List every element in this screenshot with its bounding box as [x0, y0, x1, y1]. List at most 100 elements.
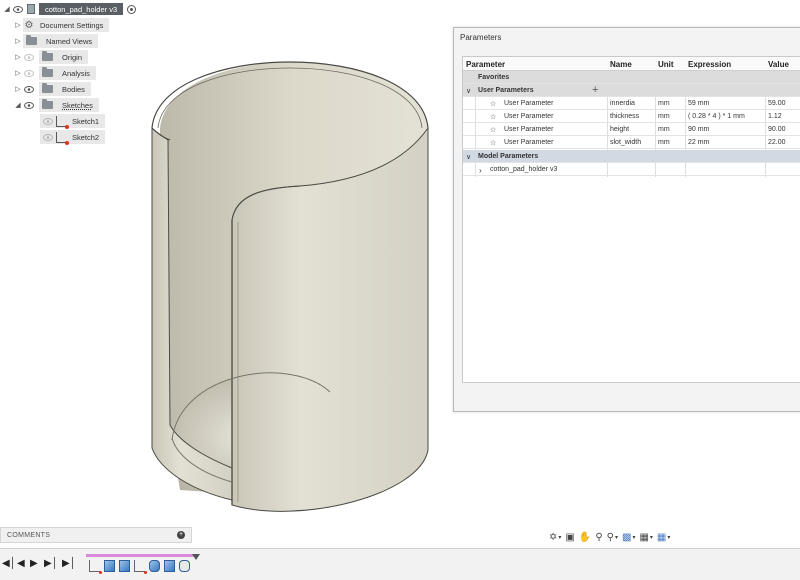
- go-to-end-icon[interactable]: ▶│: [62, 558, 76, 569]
- browser-item-analysis[interactable]: ▷ Analysis: [13, 66, 96, 80]
- browser-item-sketch2[interactable]: Sketch2: [40, 130, 106, 145]
- dialog-title: Parameters: [460, 33, 502, 42]
- expand-triangle-icon[interactable]: ▷: [13, 66, 23, 80]
- fit-zoom-icon[interactable]: ⚲ ▾: [606, 532, 619, 543]
- param-name[interactable]: slot_width: [610, 139, 641, 146]
- param-value: 59.00: [768, 100, 786, 107]
- param-unit: mm: [658, 113, 670, 120]
- column-header-value[interactable]: Value: [768, 60, 789, 69]
- param-name[interactable]: innerdia: [610, 100, 635, 107]
- browser-item-label: Document Settings: [40, 20, 104, 30]
- browser-item-bodies[interactable]: ▷ Bodies: [13, 82, 91, 96]
- param-expression[interactable]: ( 0.28 * 4 ) * 1 mm: [688, 113, 745, 120]
- param-unit: mm: [658, 100, 670, 107]
- collapse-triangle-icon[interactable]: ◢: [13, 98, 23, 112]
- timeline-feature-icon[interactable]: [119, 560, 130, 572]
- param-value: 22.00: [768, 139, 786, 146]
- look-at-icon[interactable]: ▣: [564, 532, 575, 543]
- browser-item-label: Sketches: [62, 100, 93, 110]
- param-unit: mm: [658, 139, 670, 146]
- collapse-chevron-icon[interactable]: ∨: [466, 153, 471, 161]
- favorites-label: Favorites: [478, 74, 510, 81]
- viewports-icon[interactable]: ▦ ▾: [656, 532, 671, 543]
- timeline-fillet-icon[interactable]: [149, 560, 160, 572]
- param-name[interactable]: thickness: [610, 113, 639, 120]
- param-expression[interactable]: 59 mm: [688, 100, 709, 107]
- eye-icon[interactable]: [23, 85, 35, 93]
- param-expression[interactable]: 90 mm: [688, 126, 709, 133]
- browser-item-named-views[interactable]: ▷ Named Views: [13, 34, 99, 48]
- timeline-feature-icon[interactable]: [164, 560, 175, 572]
- eye-icon[interactable]: [12, 5, 24, 13]
- expand-triangle-icon[interactable]: ▷: [13, 34, 23, 48]
- favorite-star-icon[interactable]: ☆: [490, 113, 496, 121]
- table-row[interactable]: › cotton_pad_holder v3: [463, 163, 800, 176]
- pan-hand-icon[interactable]: ✋: [578, 532, 592, 543]
- favorite-star-icon[interactable]: ☆: [490, 100, 496, 108]
- table-row[interactable]: ☆ User Parameter innerdia mm 59 mm 59.00: [463, 97, 800, 110]
- step-back-icon[interactable]: ◀: [17, 558, 25, 569]
- model-parameters-group-row[interactable]: ∨ Model Parameters: [463, 150, 800, 163]
- eye-icon[interactable]: [23, 101, 35, 109]
- activate-radio-icon[interactable]: [127, 4, 137, 14]
- zoom-icon[interactable]: ⚲: [594, 532, 603, 543]
- sketch-icon: [56, 131, 69, 145]
- folder-icon: [42, 99, 53, 109]
- favorites-row[interactable]: Favorites: [463, 71, 800, 84]
- param-expression[interactable]: 22 mm: [688, 139, 709, 146]
- table-row[interactable]: ☆ User Parameter thickness mm ( 0.28 * 4…: [463, 110, 800, 123]
- browser-item-document-settings[interactable]: ▷ ⚙ Document Settings: [13, 18, 110, 32]
- eye-hidden-icon[interactable]: [23, 53, 35, 61]
- eye-hidden-icon[interactable]: [23, 69, 35, 77]
- timeline-strip[interactable]: [86, 554, 200, 576]
- model-component-name: cotton_pad_holder v3: [490, 166, 558, 173]
- column-header-unit[interactable]: Unit: [658, 60, 674, 69]
- timeline-range: [86, 554, 194, 557]
- user-parameters-group-row[interactable]: ∨ User Parameters +: [463, 84, 800, 97]
- browser-root-label[interactable]: cotton_pad_holder v3: [39, 3, 124, 15]
- go-to-start-icon[interactable]: ◀│: [2, 558, 16, 569]
- timeline-sketch-icon[interactable]: [134, 560, 147, 574]
- browser-item-sketches[interactable]: ◢ Sketches: [13, 98, 99, 112]
- timeline-sketch-icon[interactable]: [89, 560, 102, 574]
- param-name[interactable]: height: [610, 126, 629, 133]
- expand-chevron-icon[interactable]: ›: [479, 166, 482, 175]
- column-header-name[interactable]: Name: [610, 60, 632, 69]
- param-value: 90.00: [768, 126, 786, 133]
- add-comment-icon[interactable]: +: [177, 531, 185, 539]
- step-forward-icon[interactable]: ▶│: [44, 558, 58, 569]
- sketch-label: Sketch2: [72, 132, 100, 142]
- folder-icon: [26, 35, 37, 45]
- gear-icon: ⚙: [24, 19, 34, 31]
- display-settings-icon[interactable]: ▩ ▾: [621, 532, 636, 543]
- comments-panel[interactable]: COMMENTS +: [0, 527, 192, 543]
- sketch-icon: [56, 115, 69, 129]
- orbit-icon[interactable]: ✡ ▾: [548, 532, 562, 543]
- timeline-extrude-icon[interactable]: [104, 560, 115, 572]
- favorite-star-icon[interactable]: ☆: [490, 139, 496, 147]
- column-header-parameter[interactable]: Parameter: [466, 60, 505, 69]
- collapse-chevron-icon[interactable]: ∨: [466, 87, 471, 95]
- table-row[interactable]: ☆ User Parameter slot_width mm 22 mm 22.…: [463, 136, 800, 149]
- add-parameter-icon[interactable]: +: [592, 84, 598, 96]
- table-row[interactable]: ☆ User Parameter height mm 90 mm 90.00: [463, 123, 800, 136]
- expand-triangle-icon[interactable]: ▷: [13, 50, 23, 64]
- grid-settings-icon[interactable]: ▦ ▾: [638, 532, 653, 543]
- eye-hidden-icon[interactable]: [42, 117, 54, 125]
- browser-item-origin[interactable]: ▷ Origin: [13, 50, 89, 64]
- browser-item-label: Named Views: [46, 36, 93, 46]
- navigation-bar: ✡ ▾ ▣ ✋ ⚲ ⚲ ▾ ▩ ▾ ▦ ▾ ▦ ▾: [548, 529, 671, 545]
- param-type: User Parameter: [504, 100, 554, 107]
- play-icon[interactable]: ▶: [30, 558, 38, 569]
- expand-triangle-icon[interactable]: ▷: [13, 18, 23, 32]
- timeline-fillet-icon[interactable]: [179, 560, 190, 572]
- timeline-marker-icon[interactable]: [192, 554, 200, 560]
- expand-triangle-icon[interactable]: ▷: [13, 82, 23, 96]
- browser-item-sketch1[interactable]: Sketch1: [40, 114, 106, 129]
- browser-root[interactable]: ◢ cotton_pad_holder v3: [2, 2, 137, 16]
- column-header-expression[interactable]: Expression: [688, 60, 731, 69]
- eye-hidden-icon[interactable]: [42, 133, 54, 141]
- parameters-grid: Parameter Name Unit Expression Value Fav…: [462, 56, 800, 383]
- favorite-star-icon[interactable]: ☆: [490, 126, 496, 134]
- collapse-triangle-icon[interactable]: ◢: [2, 2, 12, 16]
